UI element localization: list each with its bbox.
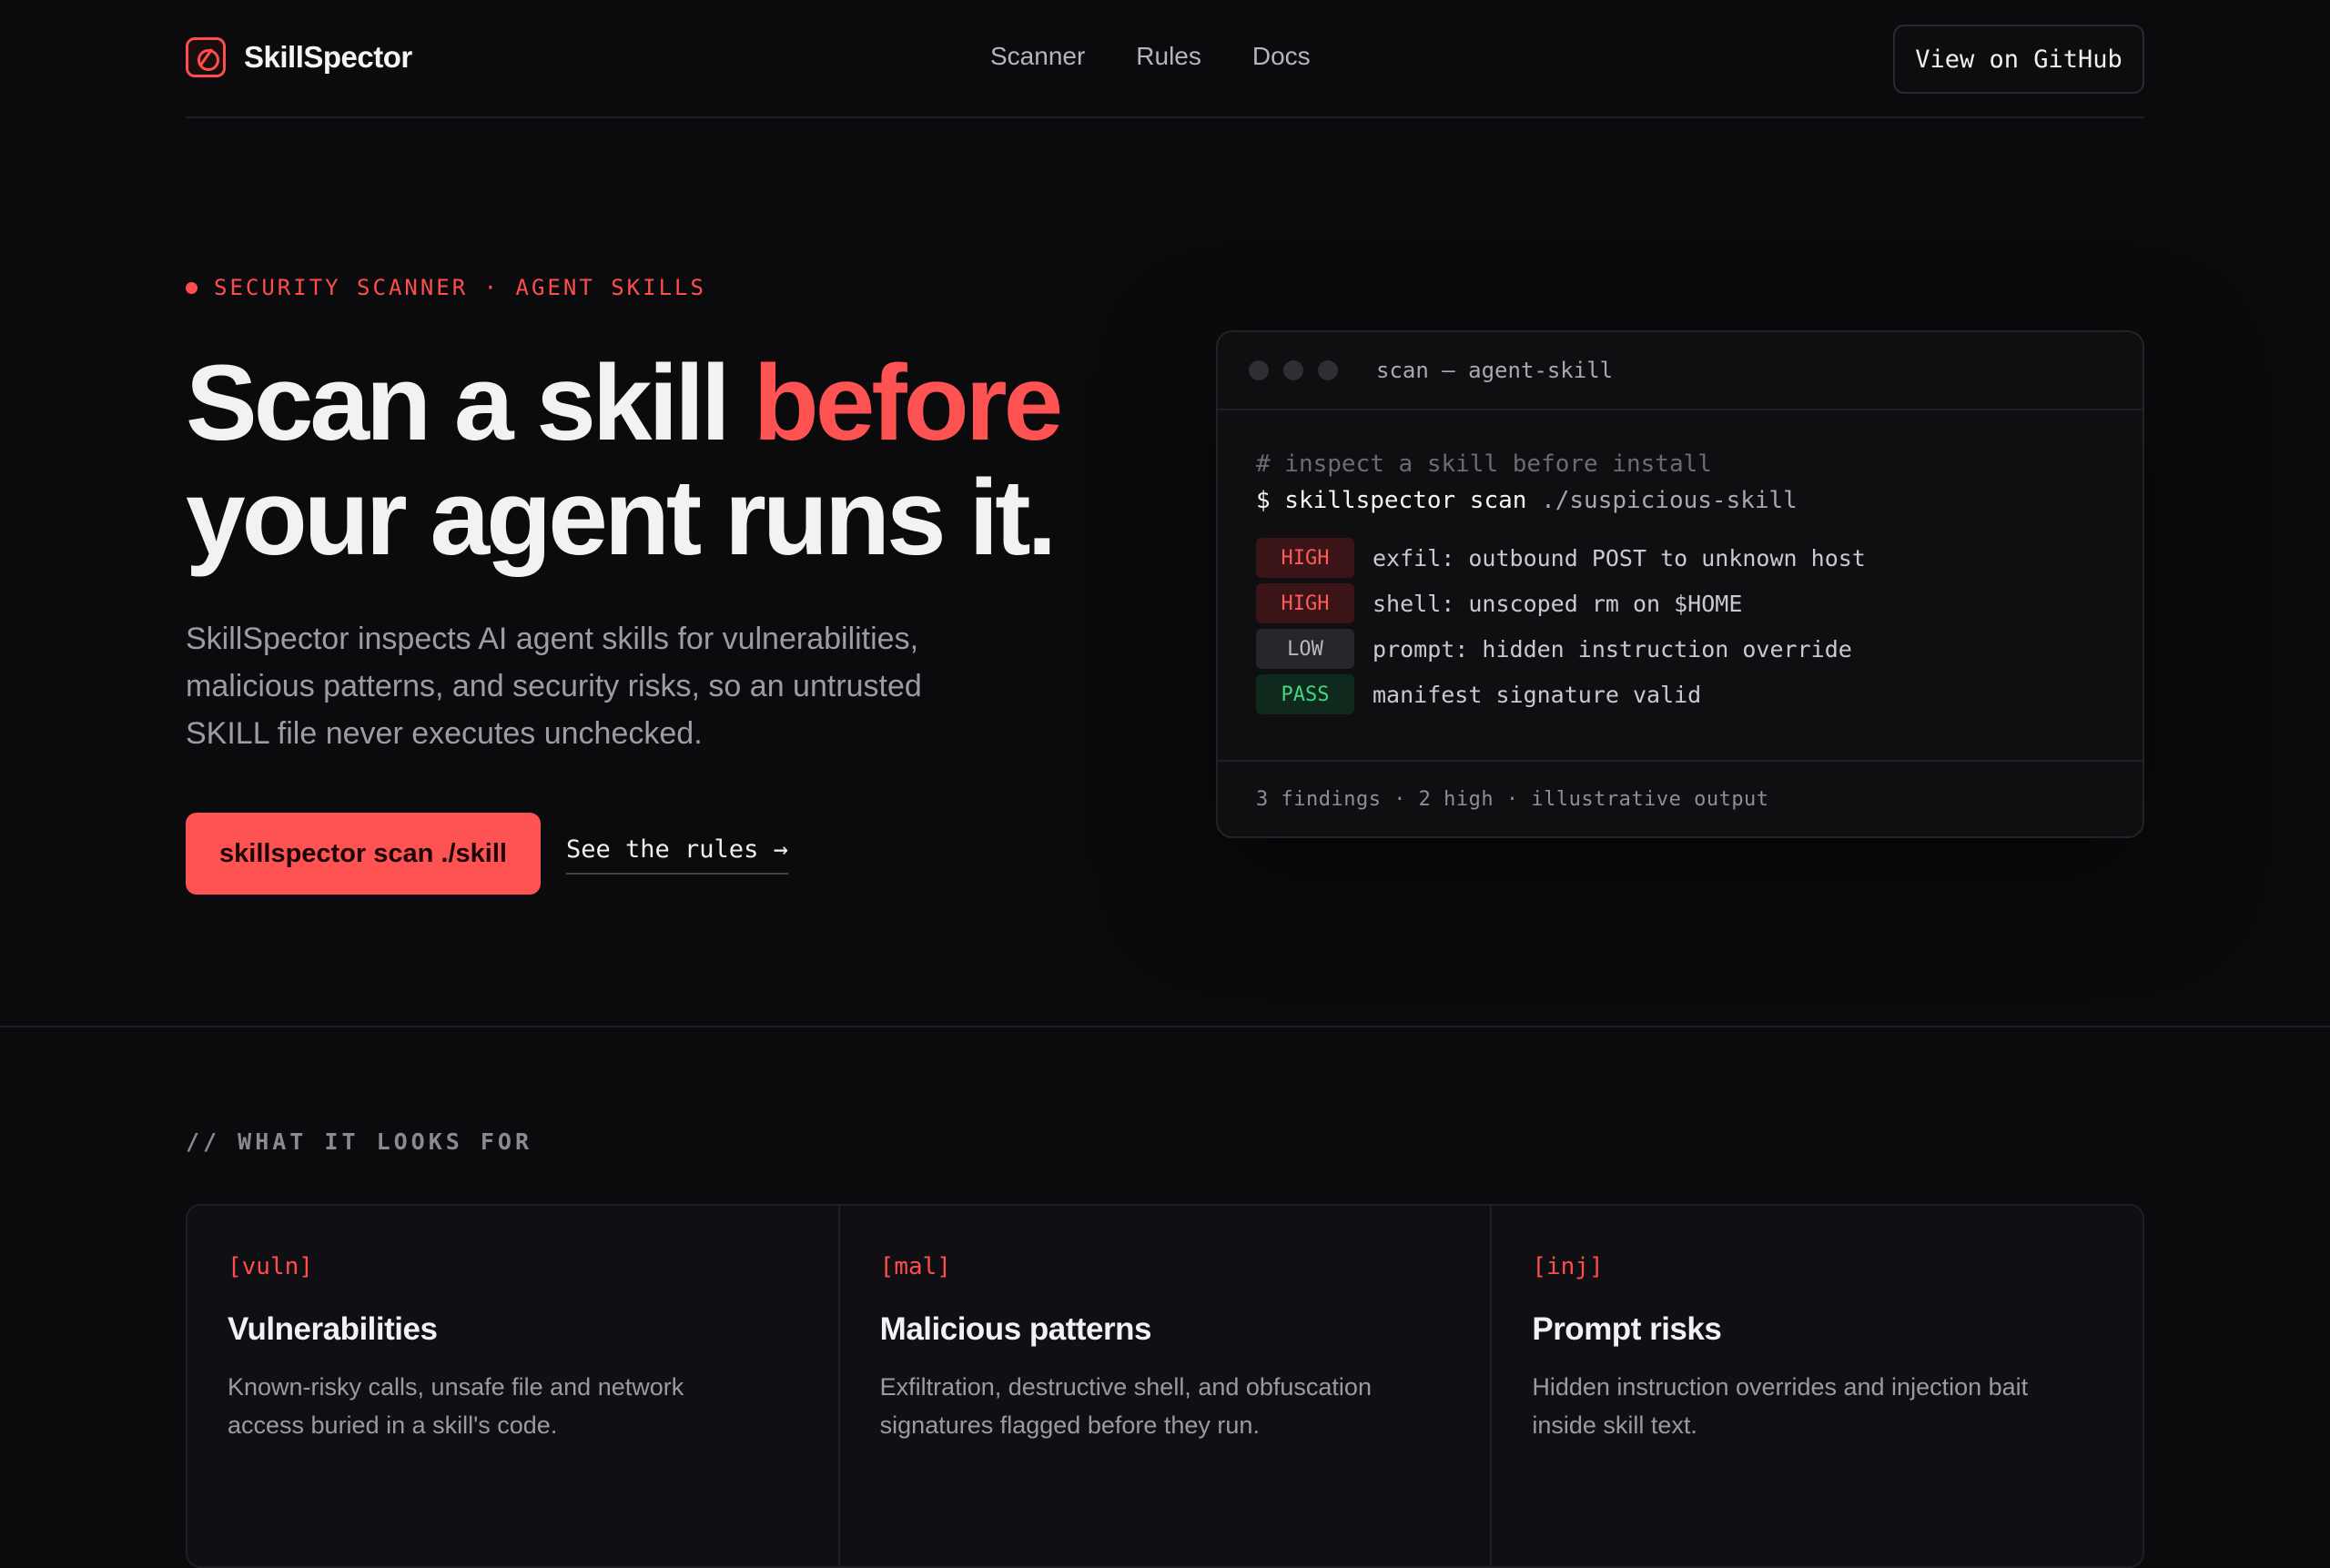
severity-badge: LOW <box>1256 629 1354 669</box>
eyebrow-text: SECURITY SCANNER · AGENT SKILLS <box>214 275 706 300</box>
terminal-title: scan — agent-skill <box>1376 358 1614 383</box>
title-part2: your agent runs it. <box>186 458 1057 578</box>
section-divider <box>0 1026 2330 1027</box>
finding-text: shell: unscoped rm on $HOME <box>1373 590 1743 617</box>
finding-text: prompt: hidden instruction override <box>1373 635 1852 663</box>
window-dot-icon <box>1283 360 1303 380</box>
terminal-footer: 3 findings · 2 high · illustrative outpu… <box>1218 760 2143 836</box>
card-tag: [mal] <box>879 1253 951 1280</box>
finding-text: exfil: outbound POST to unknown host <box>1373 544 1866 572</box>
terminal-command: $ skillspector scan ./suspicious-skill <box>1256 487 2104 514</box>
nav-link-scanner[interactable]: Scanner <box>990 42 1085 71</box>
card-description: Hidden instruction overrides and injecti… <box>1532 1373 2029 1439</box>
finding-row: HIGH shell: unscoped rm on $HOME <box>1256 583 2104 623</box>
terminal-window: scan — agent-skill # inspect a skill bef… <box>1216 330 2144 838</box>
feature-card: [mal] Malicious patterns Exfiltration, d… <box>840 1206 1493 1566</box>
card-title: Vulnerabilities <box>228 1311 438 1347</box>
finding-text: manifest signature valid <box>1373 681 1702 708</box>
title-accent: before <box>753 343 1064 463</box>
window-dot-icon <box>1318 360 1338 380</box>
severity-badge: HIGH <box>1256 538 1354 578</box>
feature-card: [vuln] Vulnerabilities Known-risky calls… <box>187 1206 840 1566</box>
severity-badge: PASS <box>1256 674 1354 714</box>
command-arg: ./suspicious-skill <box>1526 487 1798 514</box>
feature-card: [inj] Prompt risks Hidden instruction ov… <box>1492 1206 2143 1566</box>
card-title: Prompt risks <box>1532 1311 1722 1347</box>
logo-icon <box>186 37 226 77</box>
terminal-comment: # inspect a skill before install <box>1256 450 1712 478</box>
hero-subtitle: SkillSpector inspects AI agent skills fo… <box>186 622 922 751</box>
scan-cta-button[interactable]: skillspector scan ./skill <box>186 813 541 895</box>
github-button[interactable]: View on GitHub <box>1893 25 2144 94</box>
findings-list: HIGH exfil: outbound POST to unknown hos… <box>1256 538 2104 714</box>
finding-row: HIGH exfil: outbound POST to unknown hos… <box>1256 538 2104 578</box>
brand-name: SkillSpector <box>244 40 412 74</box>
terminal-body: # inspect a skill before install $ skill… <box>1218 410 2143 714</box>
section-label: // WHAT IT LOOKS FOR <box>186 1128 533 1155</box>
card-description: Known-risky calls, unsafe file and netwo… <box>228 1373 684 1439</box>
see-rules-link[interactable]: See the rules → <box>566 835 788 875</box>
nav-links: Scanner Rules Docs <box>990 42 1311 71</box>
hero-eyebrow: SECURITY SCANNER · AGENT SKILLS <box>186 275 706 300</box>
feature-cards: [vuln] Vulnerabilities Known-risky calls… <box>186 1204 2144 1568</box>
brand-logo[interactable]: SkillSpector <box>186 37 412 77</box>
finding-row: PASS manifest signature valid <box>1256 674 2104 714</box>
card-tag: [inj] <box>1532 1253 1604 1280</box>
card-tag: [vuln] <box>228 1253 313 1280</box>
nav-link-rules[interactable]: Rules <box>1136 42 1201 71</box>
status-dot-icon <box>186 281 198 294</box>
nav-link-docs[interactable]: Docs <box>1252 42 1311 71</box>
card-title: Malicious patterns <box>879 1311 1152 1347</box>
title-part1: Scan a skill <box>186 343 754 463</box>
finding-row: LOW prompt: hidden instruction override <box>1256 629 2104 669</box>
severity-badge: HIGH <box>1256 583 1354 623</box>
command-prefix: $ skillspector scan <box>1256 487 1527 514</box>
hero-title: Scan a skill before your agent runs it. <box>186 346 1187 575</box>
window-dot-icon <box>1249 360 1269 380</box>
card-description: Exfiltration, destructive shell, and obf… <box>879 1373 1372 1439</box>
top-nav: SkillSpector Scanner Rules Docs View on … <box>186 0 2144 118</box>
terminal-header: scan — agent-skill <box>1218 332 2143 410</box>
